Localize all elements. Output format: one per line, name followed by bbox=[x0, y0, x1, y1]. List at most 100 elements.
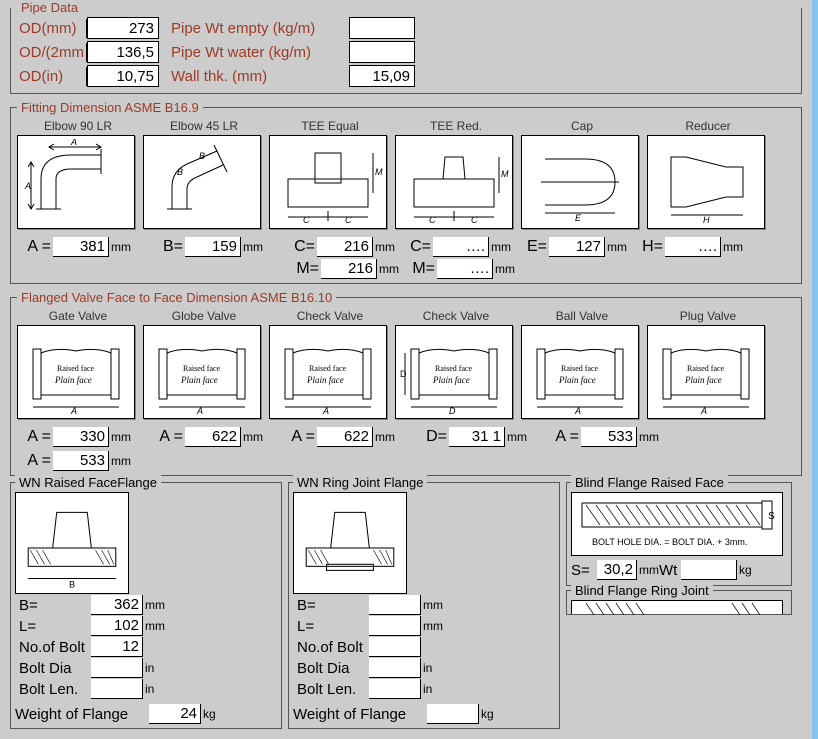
flange-field-label: Bolt Len. bbox=[19, 681, 91, 698]
c-eq-unit: mm bbox=[373, 240, 401, 254]
od-half-value[interactable]: 136,5 bbox=[87, 41, 159, 63]
e-label: E= bbox=[521, 238, 549, 256]
od-mm-value[interactable]: 273 bbox=[87, 17, 159, 39]
flange-field-value[interactable] bbox=[369, 616, 421, 636]
valve-group: Flanged Valve Face to Face Dimension ASM… bbox=[10, 290, 802, 476]
flange-field-label: No.of Bolt bbox=[297, 639, 369, 656]
flange-field-value[interactable] bbox=[369, 637, 421, 657]
pipe-data-legend: Pipe Data bbox=[17, 0, 82, 15]
flange-field-value[interactable]: 12 bbox=[91, 637, 143, 657]
flange-field-value[interactable]: 102 bbox=[91, 616, 143, 636]
valve-dim-label: A = bbox=[553, 428, 581, 446]
wall-thk-label: Wall thk. (mm) bbox=[159, 68, 349, 85]
od-in-label: OD(in) bbox=[17, 67, 87, 86]
valve-dim-unit: mm bbox=[505, 430, 533, 444]
valve-dim-value[interactable]: 533 bbox=[53, 451, 109, 471]
wn-rj-weight-unit: kg bbox=[479, 707, 501, 721]
blind-rj-legend: Blind Flange Ring Joint bbox=[571, 583, 713, 598]
valve-dim-value[interactable]: 622 bbox=[317, 427, 373, 447]
s-label: S= bbox=[571, 562, 597, 579]
valve-dim-unit: mm bbox=[637, 430, 665, 444]
m-eq-unit: mm bbox=[377, 262, 405, 276]
h-value[interactable]: …. bbox=[665, 237, 721, 257]
valve-caption: Ball Valve bbox=[556, 309, 608, 323]
c-eq-value[interactable]: 216 bbox=[317, 237, 373, 257]
wt-value[interactable] bbox=[681, 560, 737, 580]
valve-drawing: Raised facePlain faceA bbox=[17, 325, 135, 419]
svg-text:A: A bbox=[322, 406, 329, 415]
svg-text:Plain face: Plain face bbox=[306, 375, 344, 385]
c-eq-label: C= bbox=[289, 238, 317, 256]
flange-field-label: B= bbox=[297, 597, 369, 614]
b-value[interactable]: 159 bbox=[185, 237, 241, 257]
valve-dim-label: A = bbox=[25, 452, 53, 470]
a-label: A = bbox=[25, 238, 53, 256]
blind-rf-drawing: S BOLT HOLE DIA. = BOLT DIA. + 3mm. bbox=[571, 492, 783, 556]
valve-dim-unit: mm bbox=[109, 454, 137, 468]
flange-field-value[interactable] bbox=[369, 595, 421, 615]
tee-equal-drawing: C C M bbox=[269, 135, 387, 229]
flange-field-value[interactable] bbox=[369, 679, 421, 699]
tee-red-caption: TEE Red. bbox=[430, 119, 482, 133]
flange-field-unit: mm bbox=[143, 619, 165, 633]
svg-text:B: B bbox=[177, 167, 183, 177]
wt-unit: kg bbox=[737, 563, 759, 577]
wt-label: Wt bbox=[659, 562, 681, 579]
pipe-wt-empty-label: Pipe Wt empty (kg/m) bbox=[159, 20, 349, 37]
wn-rj-weight-value[interactable] bbox=[427, 704, 479, 724]
reducer-item: Reducer H bbox=[647, 119, 765, 229]
svg-text:S: S bbox=[768, 511, 775, 522]
svg-text:A: A bbox=[70, 406, 77, 415]
tee-equal-caption: TEE Equal bbox=[301, 119, 358, 133]
flange-field-value[interactable] bbox=[91, 679, 143, 699]
m-red-value[interactable]: …. bbox=[437, 259, 493, 279]
wn-rf-weight-value[interactable]: 24 bbox=[149, 704, 201, 724]
valve-dim-value[interactable]: 330 bbox=[53, 427, 109, 447]
valve-dim-value[interactable]: 533 bbox=[581, 427, 637, 447]
valve-drawing: Raised facePlain faceDD bbox=[395, 325, 513, 419]
svg-text:Raised face: Raised face bbox=[57, 364, 95, 373]
flange-field-unit: mm bbox=[421, 619, 443, 633]
reducer-caption: Reducer bbox=[685, 119, 730, 133]
valve-dim-label: A = bbox=[25, 428, 53, 446]
cap-item: Cap E bbox=[521, 119, 639, 229]
valve-item: Check ValveRaised facePlain faceA bbox=[269, 309, 387, 419]
wn-rf-flange-group: WN Raised FaceFlange B B=362mmL=102mmNo.… bbox=[10, 482, 282, 729]
svg-text:A: A bbox=[574, 406, 581, 415]
svg-text:Raised face: Raised face bbox=[435, 364, 473, 373]
svg-text:H: H bbox=[703, 215, 710, 225]
a-value[interactable]: 381 bbox=[53, 237, 109, 257]
wn-rj-weight-label: Weight of Flange bbox=[293, 706, 427, 723]
svg-text:C: C bbox=[345, 215, 352, 225]
wn-rf-weight-unit: kg bbox=[201, 707, 223, 721]
flange-field-label: Bolt Len. bbox=[297, 681, 369, 698]
m-eq-value[interactable]: 216 bbox=[321, 259, 377, 279]
pipe-wt-water-value[interactable] bbox=[349, 41, 415, 63]
svg-text:A: A bbox=[24, 181, 31, 191]
wn-rf-drawing: B bbox=[15, 492, 129, 594]
svg-text:Plain face: Plain face bbox=[432, 375, 470, 385]
od-mm-label: OD(mm) bbox=[17, 19, 87, 38]
svg-text:Plain face: Plain face bbox=[684, 375, 722, 385]
c-red-value[interactable]: …. bbox=[433, 237, 489, 257]
flange-field-value[interactable] bbox=[369, 658, 421, 678]
flange-field-label: L= bbox=[297, 618, 369, 635]
od-in-value[interactable]: 10,75 bbox=[87, 65, 159, 87]
valve-dim-value[interactable]: 31 1 bbox=[449, 427, 505, 447]
c-red-label: C= bbox=[405, 238, 433, 256]
flange-field-value[interactable] bbox=[91, 658, 143, 678]
flange-field-unit: in bbox=[143, 682, 165, 696]
wall-thk-value[interactable]: 15,09 bbox=[349, 65, 415, 87]
cap-drawing: E bbox=[521, 135, 639, 229]
flange-field-unit: mm bbox=[421, 598, 443, 612]
h-unit: mm bbox=[721, 240, 749, 254]
valve-dim-value[interactable]: 622 bbox=[185, 427, 241, 447]
e-value[interactable]: 127 bbox=[549, 237, 605, 257]
elbow-45-item: Elbow 45 LR B B bbox=[143, 119, 261, 229]
flange-field-value[interactable]: 362 bbox=[91, 595, 143, 615]
flange-field-unit: in bbox=[421, 682, 443, 696]
pipe-wt-empty-value[interactable] bbox=[349, 17, 415, 39]
svg-text:B: B bbox=[69, 580, 75, 590]
wn-rj-drawing bbox=[293, 492, 407, 594]
s-value[interactable]: 30,2 bbox=[597, 560, 637, 580]
